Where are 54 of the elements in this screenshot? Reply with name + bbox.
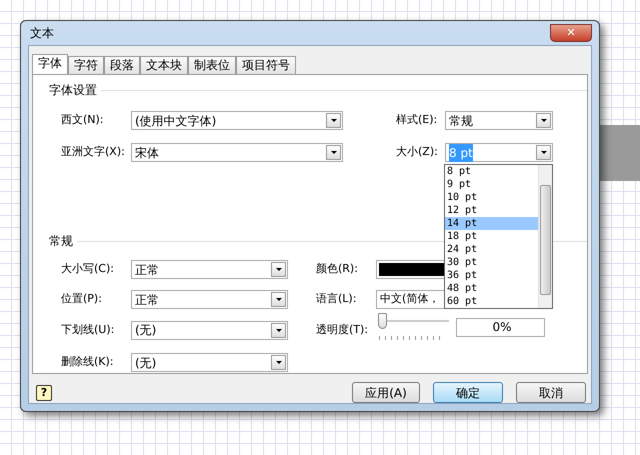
list-item[interactable]: 12 pt (445, 204, 538, 217)
combo-box[interactable]: 正常 (131, 290, 288, 309)
help-button[interactable]: ? (36, 384, 52, 400)
tab[interactable]: 字符 (68, 56, 104, 74)
combo-box[interactable]: (无) (131, 353, 288, 372)
shape-block (597, 125, 640, 181)
dialog-button[interactable]: 取消 (516, 382, 586, 403)
field-label: 大小写(C): (61, 261, 115, 278)
field-label: 西文(N): (61, 112, 105, 128)
field-label: 样式(E): (396, 112, 438, 128)
list-item[interactable]: 10 pt (445, 191, 538, 204)
list-item[interactable]: 18 pt (445, 230, 538, 243)
slider-thumb[interactable] (378, 313, 387, 329)
field-label: 语言(L): (316, 291, 358, 308)
caret-icon (276, 268, 282, 271)
caret-icon (276, 361, 282, 364)
list-item[interactable]: 48 pt (445, 282, 538, 295)
combo-box[interactable]: 正常 (131, 260, 288, 279)
scroll-bar[interactable] (538, 165, 552, 308)
caret-icon (276, 328, 282, 332)
tab[interactable]: 文本块 (140, 56, 188, 74)
field-label: 透明度(T): (316, 322, 370, 338)
list-item[interactable]: 60 pt (445, 295, 538, 308)
dialog-button[interactable]: 确定 (433, 382, 503, 403)
tab[interactable]: 段落 (104, 56, 140, 74)
list-item[interactable]: 8 pt (445, 165, 538, 178)
group-title: 常规 (49, 233, 73, 250)
dialog-button[interactable]: 应用(A) (352, 382, 420, 403)
list-item[interactable]: 9 pt (445, 178, 538, 191)
caret-icon (330, 119, 336, 122)
combo-box[interactable]: (使用中文字体) (131, 111, 343, 130)
list-item[interactable]: 36 pt (445, 269, 538, 282)
caret-icon (540, 119, 546, 122)
tab[interactable]: 项目符号 (236, 56, 296, 74)
field-label: 位置(P): (61, 291, 103, 308)
tab[interactable]: 字体 (32, 54, 68, 74)
combo-box[interactable]: 宋体 (131, 143, 343, 162)
list-item[interactable]: 14 pt (445, 217, 538, 230)
field-label: 下划线(U): (61, 322, 116, 338)
group-title: 字体设置 (49, 82, 97, 99)
window-title: 文本 (30, 25, 54, 42)
field-label: 亚洲文字(X): (61, 144, 126, 160)
field-label: 颜色(R): (316, 261, 359, 278)
combo-box[interactable]: 常规 (445, 111, 553, 130)
value-field[interactable]: 0% (456, 318, 545, 336)
list-item[interactable]: 24 pt (445, 243, 538, 256)
caret-icon (276, 298, 282, 301)
list-item[interactable]: 30 pt (445, 256, 538, 269)
field-label: 大小(Z): (396, 144, 439, 160)
combo-box[interactable]: (无) (131, 320, 288, 340)
caret-icon (540, 151, 546, 154)
tab[interactable]: 制表位 (188, 56, 236, 74)
field-label: 删除线(K): (61, 354, 115, 370)
caret-icon (330, 151, 336, 154)
